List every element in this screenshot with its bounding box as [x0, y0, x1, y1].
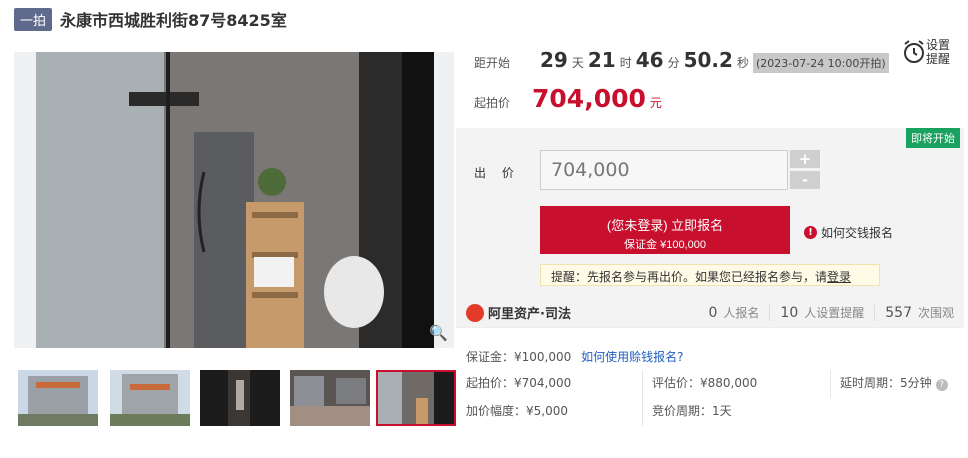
countdown: 距开始 29 天 21 时 46 分 50.2 秒 (2023-07-24 10…: [474, 48, 889, 73]
days-unit: 天: [571, 56, 584, 70]
start-price-label: 起拍价: [474, 96, 511, 110]
detail-delay: 延时周期：5分钟?: [840, 374, 948, 391]
start-price-value: 704,000: [532, 84, 646, 113]
reminder-count: 10 人设置提醒: [780, 305, 865, 321]
main-photo[interactable]: 🔍: [14, 52, 454, 348]
info-icon: !: [804, 226, 817, 239]
register-label: (您未登录) 立即报名: [606, 217, 724, 233]
start-price-row: 起拍价 704,000 元: [474, 84, 662, 113]
divider: [830, 370, 831, 398]
stats-bar: 阿里资产·司法 0 人报名 10 人设置提醒 557 次围观: [456, 298, 964, 328]
reminder-label: 设置提醒: [926, 38, 951, 66]
hours-unit: 时: [619, 56, 632, 70]
detail-increment: 加价幅度：¥5,000: [466, 404, 568, 418]
countdown-seconds: 50.2: [683, 48, 733, 72]
detail-start-price: 起拍价：¥704,000: [466, 376, 572, 390]
auction-round-badge: 一拍: [14, 7, 53, 31]
bid-label: 出 价: [474, 166, 520, 180]
logo-text: 阿里资产·司法: [488, 307, 571, 322]
login-tip: 提醒：先报名参与再出价。如果您已经报名参与，请登录: [540, 264, 880, 286]
credit-register-link[interactable]: 如何使用赊钱报名?: [581, 350, 683, 364]
registered-count: 0 人报名: [708, 305, 760, 321]
countdown-hours: 21: [587, 48, 616, 72]
page-title: 永康市西城胜利街87号8425室: [60, 11, 287, 30]
start-price-unit: 元: [649, 96, 662, 110]
bid-input[interactable]: [540, 150, 788, 190]
set-reminder-button[interactable]: 设置提醒: [902, 38, 954, 66]
thumbnail-4[interactable]: [290, 370, 370, 426]
start-time: (2023-07-24 10:00开拍): [752, 53, 889, 73]
alarm-clock-icon: [904, 40, 924, 63]
divider: [642, 370, 643, 426]
thumbnail-3[interactable]: [200, 370, 280, 426]
increase-bid-button[interactable]: +: [790, 150, 820, 168]
countdown-minutes: 46: [635, 48, 664, 72]
register-button[interactable]: (您未登录) 立即报名 保证金 ¥100,000: [540, 206, 790, 254]
decrease-bid-button[interactable]: -: [790, 171, 820, 189]
title-bar: 一拍 永康市西城胜利街87号8425室: [14, 6, 287, 32]
register-deposit: 保证金 ¥100,000: [624, 238, 706, 251]
detail-appraisal: 评估价：¥880,000: [652, 376, 758, 390]
how-to-pay-label: 如何交钱报名: [821, 226, 894, 240]
deposit-row: 保证金：¥100,000 如何使用赊钱报名?: [466, 348, 683, 365]
detail-bid-cycle: 竞价周期：1天: [652, 404, 732, 418]
view-count: 557 次围观: [885, 305, 954, 321]
tip-text: 提醒：先报名参与再出价。如果您已经报名参与，请: [551, 270, 828, 284]
search-icon[interactable]: 🔍: [429, 324, 448, 342]
thumbnail-1[interactable]: [18, 370, 98, 426]
thumbnail-5-selected[interactable]: [376, 370, 456, 426]
countdown-days: 29: [540, 48, 568, 72]
thumbnail-strip: [14, 370, 456, 426]
ali-assets-logo: 阿里资产·司法: [466, 303, 571, 322]
status-badge: 即将开始: [906, 128, 960, 148]
minutes-unit: 分: [667, 56, 680, 70]
seconds-unit: 秒: [736, 56, 749, 70]
help-icon[interactable]: ?: [935, 379, 948, 391]
thumbnail-2[interactable]: [110, 370, 190, 426]
deposit-value: 保证金：¥100,000: [466, 350, 572, 364]
login-link[interactable]: 登录: [827, 270, 851, 284]
countdown-label: 距开始: [474, 56, 511, 70]
ali-logo-icon: [466, 303, 484, 322]
bathroom-photo: [14, 52, 454, 348]
how-to-pay-link[interactable]: ! 如何交钱报名: [804, 224, 893, 241]
